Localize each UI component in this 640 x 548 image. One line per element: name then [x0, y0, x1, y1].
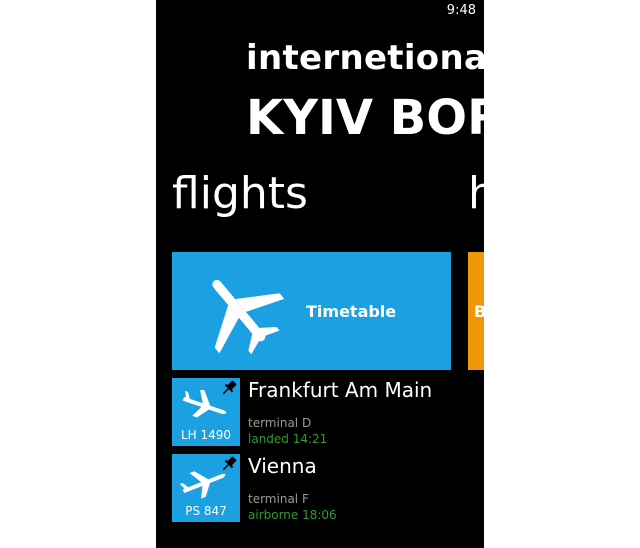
flight-item[interactable]: LH 1490 Frankfurt Am Main terminal D lan… [172, 378, 484, 446]
airplane-icon [212, 279, 285, 355]
second-tile-label: B [474, 302, 484, 321]
pivot-header-flights[interactable]: flights [172, 168, 308, 219]
flight-status: airborne 18:06 [248, 508, 337, 522]
pivot-header-next[interactable]: h [468, 168, 484, 219]
pin-icon [222, 380, 237, 395]
second-tile[interactable]: B [468, 252, 484, 370]
app-title: internetional [246, 38, 484, 78]
flight-code: LH 1490 [180, 428, 232, 442]
flight-terminal: terminal D [248, 416, 312, 430]
flight-tile: PS 847 [172, 454, 240, 522]
pin-icon [222, 456, 237, 471]
timetable-label: Timetable [306, 302, 397, 321]
phone-screen: 9:48 internetional KYIV BOR flights h Ti… [156, 0, 484, 548]
flight-city: Vienna [248, 454, 317, 478]
airport-name: KYIV BOR [246, 90, 484, 146]
flight-status: landed 14:21 [248, 432, 328, 446]
flight-item[interactable]: PS 847 Vienna terminal F airborne 18:06 [172, 454, 484, 522]
flight-city: Frankfurt Am Main [248, 378, 433, 402]
flight-tile: LH 1490 [172, 378, 240, 446]
status-time: 9:48 [446, 3, 476, 18]
flight-code: PS 847 [185, 504, 227, 518]
timetable-tile[interactable]: Timetable [172, 252, 451, 370]
flight-terminal: terminal F [248, 492, 309, 506]
